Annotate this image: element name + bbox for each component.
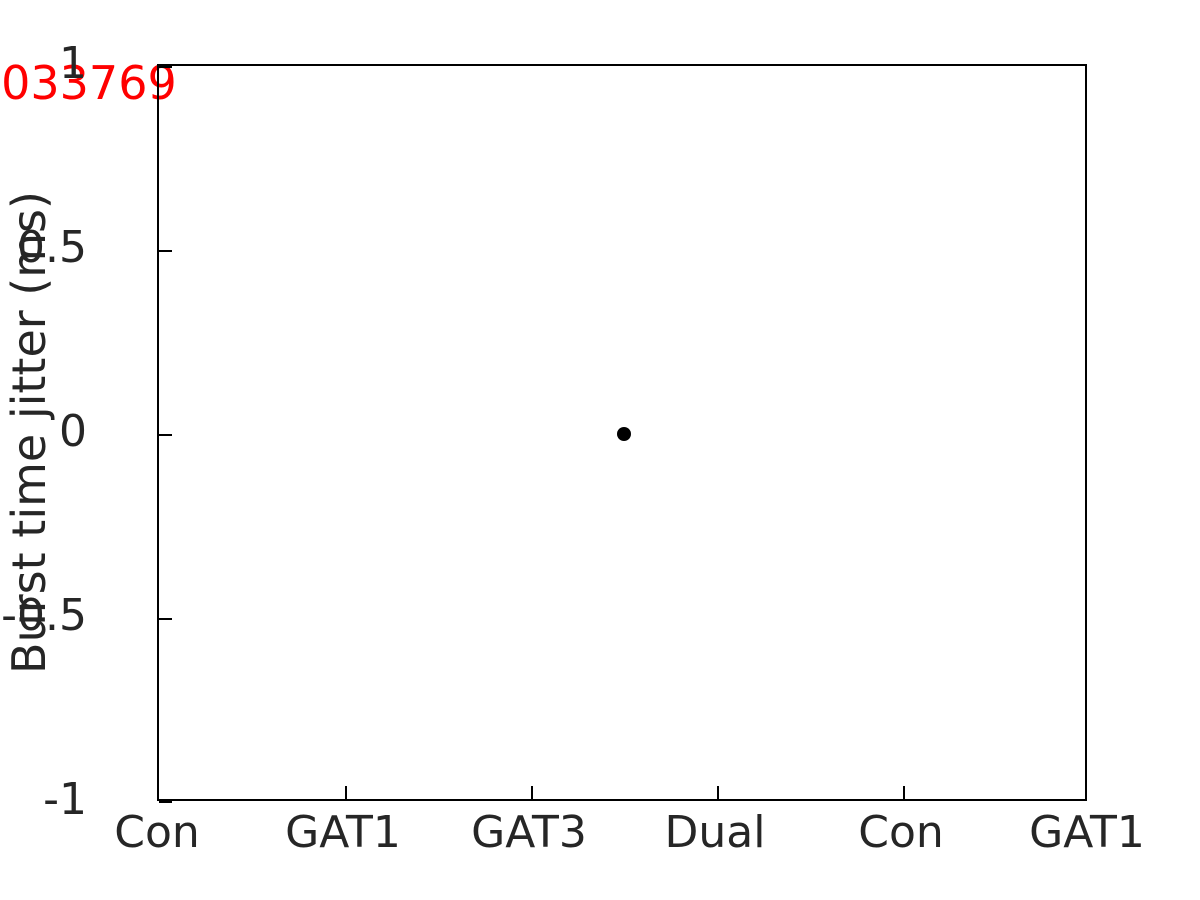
plot-area: [157, 64, 1087, 803]
x-tick-label-gat1-1: GAT1: [285, 807, 401, 858]
y-tick-label-minus-1: -1: [43, 774, 87, 825]
x-tick-mark-dual: [717, 786, 719, 799]
y-tick-mark-0.5: [159, 250, 172, 252]
y-tick-label-1: 1: [59, 38, 87, 89]
x-tick-mark-gat3: [531, 786, 533, 799]
y-tick-mark-1: [159, 66, 172, 68]
y-tick-label-0.5: 0.5: [17, 222, 87, 273]
y-tick-mark-minus-1: [159, 801, 172, 803]
x-tick-mark-gat1-1: [345, 786, 347, 799]
y-tick-label-minus-0.5: -0.5: [1, 590, 87, 641]
x-tick-label-gat3: GAT3: [471, 807, 587, 858]
x-tick-label-con-2: Con: [858, 807, 944, 858]
chart-figure: ue = 0.033769 Burst time jitter (ms) 1 0…: [0, 0, 1200, 900]
x-tick-label-gat1-2: GAT1: [1029, 807, 1145, 858]
data-point: [617, 427, 631, 441]
y-tick-mark-minus-0.5: [159, 618, 172, 620]
y-tick-label-0: 0: [59, 406, 87, 457]
y-axis-label: Burst time jitter (ms): [2, 191, 56, 674]
x-tick-label-dual: Dual: [664, 807, 766, 858]
x-tick-mark-con-2: [903, 786, 905, 799]
x-tick-label-con-1: Con: [114, 807, 200, 858]
y-tick-mark-0: [159, 434, 172, 436]
